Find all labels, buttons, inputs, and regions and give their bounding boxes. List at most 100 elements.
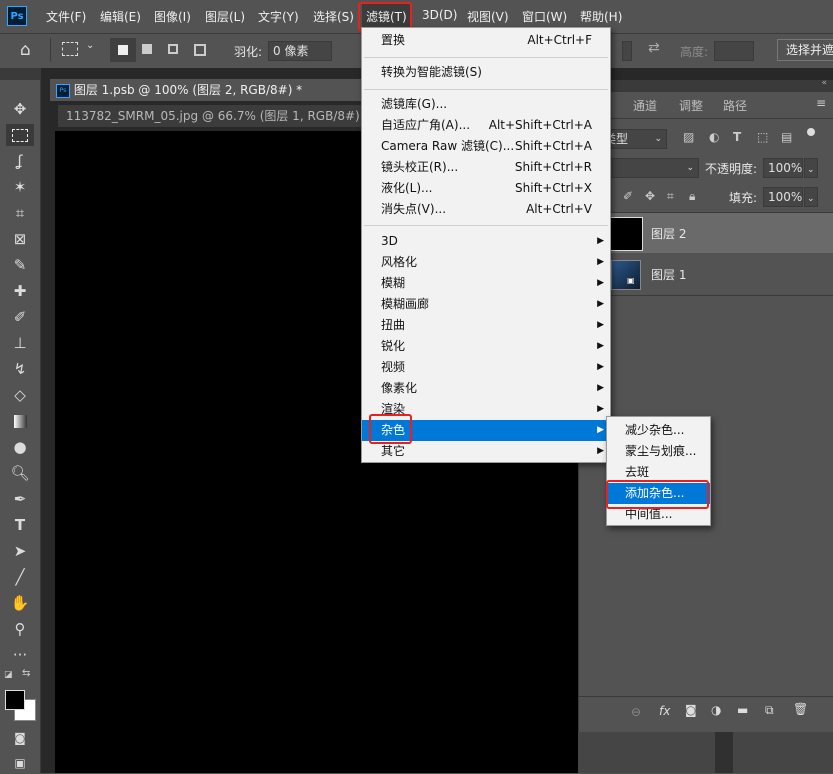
filter-smart-object-icon[interactable]: ▤ — [781, 130, 792, 144]
history-brush-tool-icon[interactable]: ↯ — [6, 358, 34, 380]
menu-edit[interactable]: 编辑(E) — [100, 8, 141, 25]
layer-name[interactable]: 图层 2 — [651, 225, 686, 242]
crop-tool-icon[interactable]: ⌗ — [6, 202, 34, 224]
line-tool-icon[interactable]: ╱ — [6, 566, 34, 588]
opacity-dropdown[interactable]: ⌄ — [804, 158, 818, 178]
menu-item-stylize[interactable]: 风格化 ▶ — [362, 252, 610, 273]
menu-item-liquify[interactable]: 液化(L)... Shift+Ctrl+X — [362, 178, 610, 199]
filter-type-icon[interactable]: T — [733, 130, 741, 144]
quick-mask-icon[interactable]: ◙ — [6, 727, 34, 749]
menu-item-adaptive-wide-angle[interactable]: 自适应广角(A)... Alt+Shift+Ctrl+A — [362, 115, 610, 136]
panel-menu-icon[interactable]: ≡ — [816, 96, 826, 110]
menu-image[interactable]: 图像(I) — [154, 8, 191, 25]
blur-tool-icon[interactable]: ● — [6, 436, 34, 458]
menu-item-filter-gallery[interactable]: 滤镜库(G)... — [362, 94, 610, 115]
filter-shape-icon[interactable]: ⬚ — [757, 130, 768, 144]
menu-item-camera-raw[interactable]: Camera Raw 滤镜(C)... Shift+Ctrl+A — [362, 136, 610, 157]
tab-paths[interactable]: 路径 — [723, 97, 747, 114]
marquee-preset-icon[interactable] — [62, 42, 78, 56]
lock-position-icon[interactable]: ✥ — [645, 189, 655, 203]
lock-all-icon[interactable]: 🔒︎ — [689, 189, 695, 204]
intersect-selection-icon[interactable] — [194, 44, 206, 56]
menu-item-3d[interactable]: 3D ▶ — [362, 231, 610, 252]
magic-wand-tool-icon[interactable]: ✶ — [6, 176, 34, 198]
opacity-input[interactable]: 100% — [763, 158, 803, 178]
gradient-tool-icon[interactable] — [6, 410, 34, 432]
home-icon[interactable]: ⌂ — [20, 40, 31, 60]
delete-layer-icon[interactable]: 🗑︎ — [793, 702, 808, 716]
layer-row-2[interactable]: 图层 2 — [579, 213, 833, 253]
filter-toggle-icon[interactable] — [807, 128, 815, 136]
blend-mode-select[interactable]: ⌄ — [599, 158, 699, 178]
width-input[interactable] — [622, 41, 632, 61]
menu-help[interactable]: 帮助(H) — [580, 8, 622, 25]
more-tools-icon[interactable]: ··· — [6, 644, 34, 666]
tab-document-2[interactable]: 113782_SMRM_05.jpg @ 66.7% (图层 1, RGB/8#… — [58, 105, 389, 127]
menu-item-dust-and-scratches[interactable]: 蒙尘与划痕... — [607, 441, 710, 462]
marquee-tool-icon[interactable] — [6, 124, 34, 146]
screen-mode-icon[interactable]: ▣ — [6, 752, 34, 774]
chevron-down-icon[interactable]: ⌄ — [86, 40, 94, 51]
menu-item-video[interactable]: 视频 ▶ — [362, 357, 610, 378]
collapse-panels-icon[interactable]: « — [821, 78, 827, 88]
menu-item-add-noise[interactable]: 添加杂色... — [607, 483, 710, 504]
healing-brush-tool-icon[interactable]: ✚ — [6, 280, 34, 302]
menu-item-vanishing-point[interactable]: 消失点(V)... Alt+Ctrl+V — [362, 199, 610, 220]
eraser-tool-icon[interactable]: ◇ — [6, 384, 34, 406]
menu-item-convert-smart-filters[interactable]: 转换为智能滤镜(S) — [362, 62, 610, 83]
menu-item-noise[interactable]: 杂色 ▶ — [362, 420, 610, 441]
move-tool-icon[interactable]: ✥ — [6, 98, 34, 120]
add-selection-icon[interactable] — [142, 44, 152, 54]
path-selection-tool-icon[interactable]: ➤ — [6, 540, 34, 562]
fill-dropdown[interactable]: ⌄ — [804, 187, 818, 207]
menu-item-distort[interactable]: 扭曲 ▶ — [362, 315, 610, 336]
menu-item-lens-correction[interactable]: 镜头校正(R)... Shift+Ctrl+R — [362, 157, 610, 178]
tab-document-1[interactable]: Ps 图层 1.psb @ 100% (图层 2, RGB/8#) * — [50, 79, 366, 101]
eyedropper-tool-icon[interactable]: ✎ — [6, 254, 34, 276]
menu-file[interactable]: 文件(F) — [46, 8, 86, 25]
foreground-color-swatch[interactable] — [5, 690, 25, 710]
menu-type[interactable]: 文字(Y) — [258, 8, 299, 25]
menu-item-median[interactable]: 中间值... — [607, 504, 710, 525]
menu-item-blur-gallery[interactable]: 模糊画廊 ▶ — [362, 294, 610, 315]
hand-tool-icon[interactable]: ✋ — [6, 592, 34, 614]
select-and-mask-button[interactable]: 选择并遮 — [777, 39, 833, 61]
height-input[interactable] — [714, 41, 754, 61]
lock-artboard-icon[interactable]: ⌗ — [667, 189, 674, 204]
adjustment-layer-icon[interactable]: ◑ — [711, 703, 721, 717]
layer-name[interactable]: 图层 1 — [651, 266, 686, 283]
tab-channels[interactable]: 通道 — [633, 97, 657, 114]
menu-view[interactable]: 视图(V) — [467, 8, 509, 25]
menu-item-blur[interactable]: 模糊 ▶ — [362, 273, 610, 294]
zoom-tool-icon[interactable]: ⚲ — [6, 618, 34, 640]
menu-item-other[interactable]: 其它 ▶ — [362, 441, 610, 462]
menu-item-displace[interactable]: 置换 Alt+Ctrl+F — [362, 30, 610, 51]
layer-row-1[interactable]: ▣ 图层 1 — [579, 254, 833, 294]
menu-item-despeckle[interactable]: 去斑 — [607, 462, 710, 483]
group-folder-icon[interactable]: ▬ — [737, 703, 748, 717]
default-colors-icon[interactable]: ◪ — [4, 670, 13, 680]
new-selection-mode[interactable] — [110, 38, 136, 62]
menu-3d[interactable]: 3D(D) — [422, 8, 457, 22]
swap-colors-icon[interactable]: ⇆ — [22, 668, 30, 679]
tab-adjustments[interactable]: 调整 — [679, 97, 703, 114]
menu-item-pixelate[interactable]: 像素化 ▶ — [362, 378, 610, 399]
pen-tool-icon[interactable]: ✒ — [6, 488, 34, 510]
dodge-tool-icon[interactable]: 🔍︎ — [6, 462, 34, 484]
lock-image-icon[interactable]: ✐ — [623, 189, 633, 203]
feather-input[interactable]: 0 像素 — [268, 41, 332, 61]
menu-item-render[interactable]: 渲染 ▶ — [362, 399, 610, 420]
swap-icon[interactable]: ⇄ — [648, 40, 660, 56]
subtract-selection-icon[interactable] — [168, 44, 178, 54]
menu-layer[interactable]: 图层(L) — [205, 8, 245, 25]
menu-window[interactable]: 窗口(W) — [522, 8, 567, 25]
new-layer-icon[interactable]: ⧉ — [765, 703, 774, 718]
fill-input[interactable]: 100% — [763, 187, 803, 207]
filter-adjustment-icon[interactable]: ◐ — [709, 130, 719, 144]
filter-pixel-icon[interactable]: ▨ — [683, 130, 694, 144]
clone-stamp-tool-icon[interactable]: ⊥ — [6, 332, 34, 354]
menu-item-reduce-noise[interactable]: 减少杂色... — [607, 420, 710, 441]
menu-select[interactable]: 选择(S) — [313, 8, 354, 25]
link-layers-icon[interactable]: ⊖ — [631, 705, 641, 719]
add-mask-icon[interactable]: ◙ — [685, 703, 697, 717]
